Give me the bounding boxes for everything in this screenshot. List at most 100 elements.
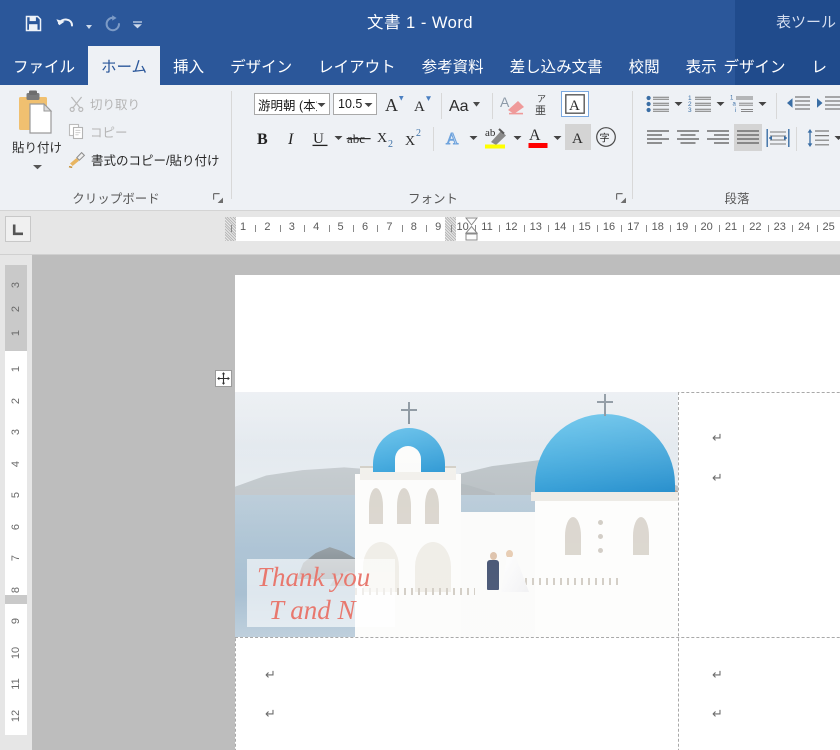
increase-indent-icon[interactable] (814, 91, 840, 117)
strikethrough-icon[interactable]: abc (345, 125, 373, 151)
paragraph-mark: ↵ (712, 431, 723, 446)
vertical-ruler[interactable]: 3211234567891011121314 (5, 265, 27, 735)
copy-icon (68, 123, 84, 139)
tab-design[interactable]: デザイン (217, 46, 305, 85)
vruler-tick-label: 9 (10, 617, 22, 625)
tab-layout[interactable]: レイアウト (305, 46, 409, 85)
photo-window-1 (565, 517, 581, 555)
cut-button[interactable]: 切り取り (68, 91, 140, 115)
photo-dome-arch-cut (395, 446, 421, 472)
bold-icon[interactable]: B (251, 125, 276, 151)
line-spacing-icon[interactable] (804, 125, 832, 151)
svg-text:I: I (287, 131, 294, 148)
phonetic-guide-icon[interactable]: ア 亜 (531, 91, 559, 117)
paste-button[interactable]: 貼り付け (8, 89, 66, 181)
tab-stop-selector[interactable] (5, 216, 31, 242)
tab-review[interactable]: 校閲 (616, 46, 673, 85)
tab-home[interactable]: ホーム (88, 46, 161, 85)
format-painter-button[interactable]: 書式のコピー/貼り付け (68, 147, 219, 171)
table-cell-r1c2[interactable]: ↵ ↵ (678, 392, 840, 637)
grow-font-icon[interactable]: A (383, 91, 409, 117)
ruler-tick-mark (426, 225, 428, 232)
tab-mailings[interactable]: 差し込み文書 (497, 46, 616, 85)
font-dialog-launcher[interactable] (615, 192, 629, 206)
clipboard-dialog-launcher[interactable] (212, 192, 226, 206)
redo-icon[interactable] (98, 8, 128, 38)
ruler-tick-mark (719, 225, 720, 232)
align-left-icon[interactable] (644, 125, 672, 151)
underline-dropdown-icon[interactable] (331, 125, 345, 151)
document-table[interactable]: Thank you T and N ↵ ↵ ↵ ↵ ↵ ↵ (235, 392, 840, 750)
tab-references[interactable]: 参考資料 (409, 46, 497, 85)
font-size-combo[interactable]: 10.5 (333, 93, 377, 115)
justify-icon[interactable] (734, 124, 762, 151)
numbering-dropdown-icon[interactable] (714, 91, 727, 117)
photo-cross-small-v (408, 402, 410, 424)
font-name-combo[interactable]: 游明朝 (本文( (254, 93, 330, 115)
ruler-tick-mark (353, 225, 354, 232)
document-area[interactable]: Thank you T and N ↵ ↵ ↵ ↵ ↵ ↵ (32, 255, 840, 750)
change-case-icon[interactable]: Aa (447, 91, 487, 117)
photo-cross-small-h (401, 409, 417, 411)
table-cell-r1c1[interactable]: Thank you T and N (235, 392, 678, 637)
format-painter-label: 書式のコピー/貼り付け (91, 153, 220, 168)
bullets-icon[interactable] (644, 91, 672, 117)
text-highlight-icon[interactable]: ab (481, 123, 511, 151)
svg-text:3: 3 (688, 107, 692, 114)
horizontal-ruler[interactable]: 1 2 3 4 5 6 7 8 9 10 11 12 13 14 15 16 17 18 19 20 21 22 23 24 2… (225, 217, 840, 241)
vruler-tick-label: 6 (10, 523, 22, 530)
table-cell-r2c2[interactable]: ↵ ↵ (678, 637, 840, 750)
italic-icon[interactable]: I (279, 125, 304, 151)
horizontal-ruler-bar: 1 2 3 4 5 6 7 8 9 10 11 12 13 14 15 16 17 18 19 20 21 22 23 24 2… (0, 211, 840, 255)
font-size-dropdown-icon[interactable] (364, 95, 373, 113)
align-right-icon[interactable] (704, 125, 732, 151)
text-effects-dropdown-icon[interactable] (467, 125, 480, 151)
shrink-font-icon[interactable]: A (411, 91, 437, 117)
decrease-indent-icon[interactable] (784, 91, 812, 117)
document-page[interactable]: Thank you T and N ↵ ↵ ↵ ↵ ↵ ↵ (215, 275, 840, 750)
move-handle-icon[interactable] (215, 370, 232, 387)
customize-qat-icon[interactable] (130, 8, 144, 38)
distributed-icon[interactable] (764, 124, 792, 151)
clear-formatting-icon[interactable]: A (499, 91, 529, 117)
text-highlight-dropdown-icon[interactable] (511, 125, 524, 151)
ribbon-group-paragraph: 1 2 3 1 a i 段落 (634, 85, 840, 210)
underline-icon[interactable]: U (307, 125, 332, 151)
subscript-icon[interactable]: X2 (375, 125, 401, 151)
tab-file[interactable]: ファイル (0, 46, 88, 85)
character-border-icon[interactable]: A (561, 91, 589, 117)
clipboard-group-label: クリップボード (72, 192, 160, 206)
font-color-dropdown-icon[interactable] (551, 125, 564, 151)
copy-button[interactable]: コピー (68, 119, 128, 143)
paste-dropdown-icon[interactable] (32, 157, 43, 175)
ruler-tick-label: 12 (505, 221, 518, 233)
undo-dropdown-icon[interactable] (82, 8, 96, 38)
save-icon[interactable] (18, 8, 48, 38)
character-shading-icon[interactable]: A (565, 124, 591, 150)
wedding-photo[interactable]: Thank you T and N (235, 392, 678, 637)
photo-dot-2 (598, 534, 603, 539)
line-spacing-dropdown-icon[interactable] (832, 125, 840, 151)
text-effects-icon[interactable]: A (441, 125, 467, 151)
svg-text:字: 字 (600, 132, 610, 145)
numbering-icon[interactable]: 1 2 3 (686, 91, 714, 117)
undo-icon[interactable] (50, 8, 80, 38)
font-name-dropdown-icon[interactable] (317, 95, 326, 113)
superscript-icon[interactable]: X2 (403, 125, 429, 151)
photo-bride-head (506, 550, 513, 558)
bullets-dropdown-icon[interactable] (672, 91, 685, 117)
tab-table-design[interactable]: デザイン (710, 46, 798, 85)
ruler-tick-mark (743, 225, 745, 232)
group-separator (441, 93, 442, 119)
align-center-icon[interactable] (674, 125, 702, 151)
tab-table-layout[interactable]: レ (798, 46, 840, 85)
multilevel-list-dropdown-icon[interactable] (756, 91, 769, 117)
multilevel-list-icon[interactable]: 1 a i (728, 91, 756, 117)
font-color-icon[interactable]: A (525, 123, 551, 151)
ruler-tick-mark (694, 225, 696, 232)
vruler-tick-label: 1 (10, 365, 22, 373)
table-cell-r2c1[interactable]: ↵ ↵ (235, 637, 678, 750)
tab-insert[interactable]: 挿入 (160, 46, 217, 85)
svg-text:A: A (446, 129, 459, 148)
enclose-character-icon[interactable]: 字 (593, 124, 619, 150)
